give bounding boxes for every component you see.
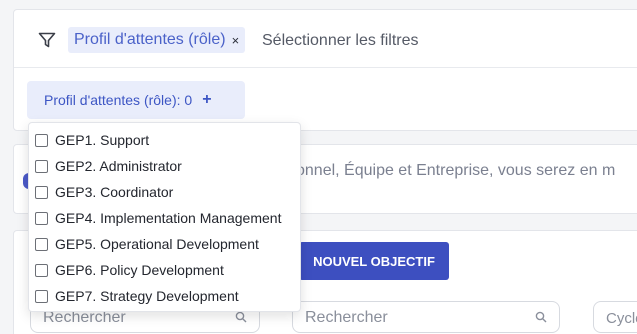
- option-label: GEP6. Policy Development: [55, 262, 224, 278]
- active-filter-chip[interactable]: Profil d'attentes (rôle) ×: [68, 27, 246, 53]
- dropdown-option[interactable]: GEP7. Strategy Development: [29, 283, 300, 309]
- option-checkbox[interactable]: [35, 133, 48, 147]
- cycle-select[interactable]: Cycle: [593, 301, 637, 333]
- option-checkbox[interactable]: [35, 237, 48, 251]
- search-icon: [535, 311, 547, 323]
- role-filter-button[interactable]: Profil d'attentes (rôle): 0 +: [27, 81, 245, 119]
- new-objective-button[interactable]: NOUVEL OBJECTIF: [299, 242, 449, 280]
- main-search-placeholder: Rechercher: [305, 309, 388, 326]
- role-filter-label: Profil d'attentes (rôle): 0: [44, 92, 193, 108]
- dropdown-option[interactable]: GEP6. Policy Development: [29, 257, 300, 283]
- filter-row: Profil d'attentes (rôle) × Sélectionner …: [14, 10, 637, 68]
- filter-panel: Profil d'attentes (rôle) × Sélectionner …: [13, 9, 637, 131]
- plus-icon: +: [202, 91, 212, 108]
- funnel-icon[interactable]: [38, 31, 56, 49]
- filter-select-input[interactable]: Sélectionner les filtres: [262, 32, 419, 50]
- cycle-placeholder: Cycle: [606, 310, 637, 327]
- dropdown-option[interactable]: GEP2. Administrator: [29, 153, 300, 179]
- dropdown-option[interactable]: GEP5. Operational Development: [29, 231, 300, 257]
- page: Profil d'attentes (rôle) × Sélectionner …: [0, 0, 637, 334]
- option-label: GEP2. Administrator: [55, 158, 182, 174]
- dropdown-option[interactable]: GEP4. Implementation Management: [29, 205, 300, 231]
- main-search-input[interactable]: Rechercher: [292, 301, 560, 333]
- option-checkbox[interactable]: [35, 159, 48, 173]
- option-checkbox[interactable]: [35, 289, 48, 303]
- option-label: GEP4. Implementation Management: [55, 210, 282, 226]
- option-checkbox[interactable]: [35, 263, 48, 277]
- option-label: GEP3. Coordinator: [55, 184, 174, 200]
- dropdown-option[interactable]: GEP1. Support: [29, 127, 300, 153]
- option-label: GEP5. Operational Development: [55, 236, 259, 252]
- option-checkbox[interactable]: [35, 211, 48, 225]
- option-label: GEP7. Strategy Development: [55, 288, 239, 304]
- close-icon[interactable]: ×: [232, 34, 240, 47]
- option-checkbox[interactable]: [35, 185, 48, 199]
- info-banner-text: sonnel, Équipe et Entreprise, vous serez…: [288, 162, 616, 179]
- role-dropdown-menu: GEP1. Support GEP2. Administrator GEP3. …: [28, 122, 301, 312]
- chip-label: Profil d'attentes (rôle): [74, 31, 226, 48]
- option-label: GEP1. Support: [55, 132, 150, 148]
- search-icon: [235, 311, 247, 323]
- dropdown-option[interactable]: GEP3. Coordinator: [29, 179, 300, 205]
